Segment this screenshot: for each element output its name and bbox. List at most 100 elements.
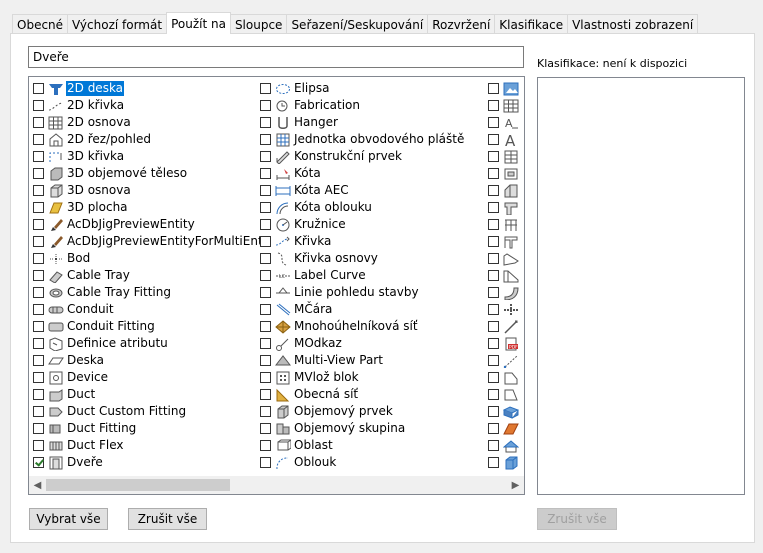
item-checkbox[interactable] [260,83,271,94]
list-item[interactable]: AcDbJigPreviewEntity [33,216,270,233]
list-item[interactable] [488,454,521,471]
tab-rozvrzeni[interactable]: Rozvržení [427,14,496,34]
list-item[interactable]: Conduit Fitting [33,318,270,335]
item-checkbox[interactable] [488,355,499,366]
list-item[interactable] [488,165,521,182]
list-item[interactable] [488,352,521,369]
list-item[interactable] [488,369,521,386]
item-checkbox[interactable] [488,117,499,128]
item-checkbox[interactable] [33,236,44,247]
list-item[interactable]: Křivka [260,233,465,250]
item-checkbox[interactable] [488,321,499,332]
tab-sloupce[interactable]: Sloupce [229,14,288,34]
list-item[interactable]: 3D osnova [33,182,270,199]
item-checkbox[interactable] [33,168,44,179]
item-checkbox[interactable] [488,406,499,417]
list-item[interactable]: Cable Tray Fitting [33,284,270,301]
tab-vychozi-format[interactable]: Výchozí formát [67,14,168,34]
list-item[interactable]: A [488,114,521,131]
tab-serazeni-seskupovani[interactable]: Seřazení/Seskupování [286,14,429,34]
list-item[interactable]: Duct Custom Fitting [33,403,270,420]
list-item[interactable] [488,233,521,250]
list-item[interactable]: 2D osnova [33,114,270,131]
item-checkbox[interactable] [33,338,44,349]
list-item[interactable]: Duct Fitting [33,420,270,437]
item-checkbox[interactable] [33,219,44,230]
item-checkbox[interactable] [33,355,44,366]
list-item[interactable]: Fabrication [260,97,465,114]
horizontal-scrollbar[interactable]: ◀ ▶ [29,476,524,494]
item-checkbox[interactable] [33,134,44,145]
list-item[interactable]: A [488,131,521,148]
item-checkbox[interactable] [33,151,44,162]
list-item[interactable] [488,267,521,284]
item-checkbox[interactable] [33,457,44,468]
list-item[interactable]: Jednotka obvodového pláště [260,131,465,148]
item-checkbox[interactable] [260,287,271,298]
scrollbar-thumb[interactable] [46,479,230,491]
list-item[interactable]: Oblouk [260,454,465,471]
item-checkbox[interactable] [33,287,44,298]
list-item[interactable]: Dveře [33,454,270,471]
item-checkbox[interactable] [488,338,499,349]
item-checkbox[interactable] [260,338,271,349]
item-checkbox[interactable] [33,100,44,111]
list-item[interactable]: Kóta oblouku [260,199,465,216]
item-checkbox[interactable] [260,270,271,281]
list-item[interactable] [488,386,521,403]
list-item[interactable]: Kóta [260,165,465,182]
list-item[interactable]: Obecná síť [260,386,465,403]
item-checkbox[interactable] [488,83,499,94]
object-type-list[interactable]: 2D deska 2D křivka 2D osnova 2D řez/pohled 3… [28,76,525,495]
item-checkbox[interactable] [260,168,271,179]
item-checkbox[interactable] [260,440,271,451]
item-checkbox[interactable] [260,253,271,264]
item-checkbox[interactable] [488,270,499,281]
list-item[interactable] [488,199,521,216]
item-checkbox[interactable] [260,202,271,213]
item-checkbox[interactable] [33,202,44,213]
classification-deselect-all-button[interactable]: Zrušit vše [537,508,617,530]
item-checkbox[interactable] [488,100,499,111]
item-checkbox[interactable] [33,389,44,400]
item-checkbox[interactable] [260,304,271,315]
item-checkbox[interactable] [488,440,499,451]
item-checkbox[interactable] [33,406,44,417]
item-checkbox[interactable] [488,287,499,298]
tab-klasifikace[interactable]: Klasifikace [494,14,569,34]
item-checkbox[interactable] [260,100,271,111]
tab-vlastnosti-zobrazeni[interactable]: Vlastnosti zobrazení [567,14,699,34]
list-item[interactable]: 2D řez/pohled [33,131,270,148]
list-item[interactable]: Duct Flex [33,437,270,454]
list-item[interactable] [488,284,521,301]
item-checkbox[interactable] [488,389,499,400]
list-item[interactable]: Deska [33,352,270,369]
list-item[interactable]: Linie pohledu stavby [260,284,465,301]
item-checkbox[interactable] [33,423,44,434]
list-item[interactable]: Kóta AEC [260,182,465,199]
item-checkbox[interactable] [33,270,44,281]
item-checkbox[interactable] [33,440,44,451]
list-item[interactable]: 3D křivka [33,148,270,165]
list-item[interactable]: Objemový skupina [260,420,465,437]
item-checkbox[interactable] [488,185,499,196]
item-checkbox[interactable] [260,389,271,400]
list-item[interactable]: MOdkaz [260,335,465,352]
list-item[interactable] [488,97,521,114]
list-item[interactable] [488,250,521,267]
list-item[interactable] [488,216,521,233]
select-all-button[interactable]: Vybrat vše [29,508,108,530]
list-item[interactable]: Cable Tray [33,267,270,284]
list-item[interactable]: Objemový prvek [260,403,465,420]
list-item[interactable]: Konstrukční prvek [260,148,465,165]
list-item[interactable] [488,318,521,335]
filter-input[interactable] [28,46,524,68]
item-checkbox[interactable] [260,321,271,332]
list-item[interactable]: Oblast [260,437,465,454]
item-checkbox[interactable] [488,457,499,468]
list-item[interactable]: Bod [33,250,270,267]
list-item[interactable]: Hanger [260,114,465,131]
list-item[interactable]: Duct [33,386,270,403]
list-item[interactable]: Kružnice [260,216,465,233]
item-checkbox[interactable] [488,372,499,383]
